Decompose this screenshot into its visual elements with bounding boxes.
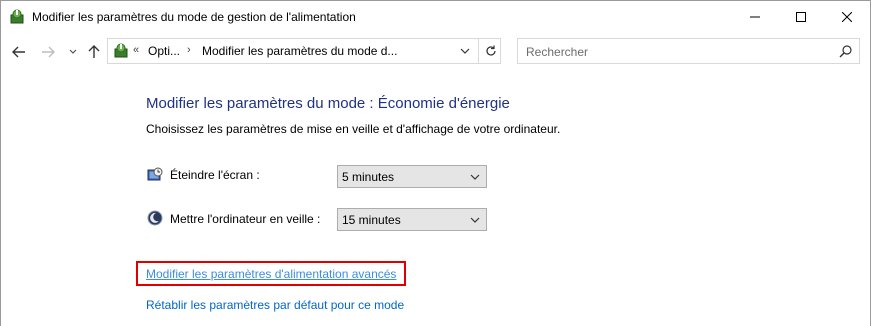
breadcrumb-item[interactable]: Opti...	[148, 44, 180, 58]
navigation-bar: « Opti... › Modifier les paramètres du m…	[1, 34, 870, 70]
page-heading: Modifier les paramètres du mode : Économ…	[146, 95, 510, 112]
arrow-right-icon	[42, 46, 55, 58]
sleep-select[interactable]: 15 minutes	[337, 208, 487, 231]
breadcrumb-separator[interactable]: ›	[187, 44, 191, 56]
chevron-down-icon	[69, 49, 77, 54]
window-title: Modifier les paramètres du mode de gesti…	[32, 10, 356, 24]
sleep-value: 15 minutes	[342, 213, 401, 227]
address-bar[interactable]: « Opti... › Modifier les paramètres du m…	[107, 38, 501, 64]
up-button[interactable]	[84, 42, 104, 62]
search-box[interactable]: Rechercher	[517, 38, 860, 64]
arrow-up-icon	[88, 45, 100, 58]
screen-off-label: Éteindre l'écran :	[170, 168, 260, 182]
refresh-button[interactable]	[478, 39, 503, 63]
maximize-icon	[796, 11, 806, 22]
forward-button[interactable]	[38, 42, 58, 62]
chevron-down-icon	[470, 217, 480, 223]
minimize-icon	[750, 16, 760, 17]
power-options-icon	[9, 9, 25, 25]
title-bar: Modifier les paramètres du mode de gesti…	[1, 1, 870, 32]
breadcrumb-item[interactable]: Modifier les paramètres du mode d...	[202, 44, 397, 58]
advanced-settings-link[interactable]: Modifier les paramètres d'alimentation a…	[146, 267, 396, 281]
search-input[interactable]: Rechercher	[526, 45, 588, 59]
sleep-label: Mettre l'ordinateur en veille :	[170, 212, 321, 226]
search-icon[interactable]	[839, 44, 853, 58]
chevron-down-icon	[470, 174, 480, 180]
arrow-left-icon	[12, 46, 25, 58]
recent-locations-button[interactable]	[63, 42, 83, 62]
monitor-clock-icon	[147, 167, 163, 183]
close-icon	[842, 11, 852, 22]
chevron-down-icon	[460, 48, 470, 54]
maximize-button[interactable]	[778, 1, 824, 32]
power-options-icon	[113, 43, 129, 59]
restore-defaults-link[interactable]: Rétablir les paramètres par défaut pour …	[146, 298, 404, 312]
address-dropdown-button[interactable]	[453, 39, 477, 63]
refresh-icon	[486, 45, 496, 56]
page-subtitle: Choisissez les paramètres de mise en vei…	[146, 122, 561, 136]
close-button[interactable]	[824, 1, 870, 32]
window: Modifier les paramètres du mode de gesti…	[0, 0, 871, 326]
screen-off-value: 5 minutes	[342, 170, 395, 184]
back-button[interactable]	[9, 42, 29, 62]
breadcrumb-overflow[interactable]: «	[133, 44, 139, 56]
minimize-button[interactable]	[732, 1, 778, 32]
screen-off-select[interactable]: 5 minutes	[337, 165, 487, 188]
moon-icon	[147, 210, 163, 226]
